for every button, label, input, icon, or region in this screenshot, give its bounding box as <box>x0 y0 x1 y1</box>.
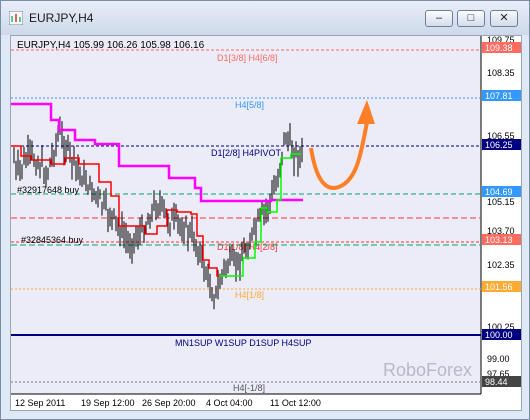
price-tag-98-44: 98.44 <box>485 377 508 387</box>
level-label-h4-m1-8: H4[-1/8] <box>233 383 265 393</box>
time-tick: 4 Oct 04:00 <box>206 398 253 408</box>
price-tick: 102.35 <box>487 260 515 270</box>
time-tick: 19 Sep 12:00 <box>81 398 135 408</box>
terminal-chart-window: EURJPY,H4 – □ ✕ EURJPY,H4 105.99 106.26 … <box>0 0 530 420</box>
chart-canvas[interactable]: EURJPY,H4 105.99 106.26 105.98 106.16 D1… <box>11 35 521 410</box>
time-tick: 12 Sep 2011 <box>15 398 65 408</box>
chart-header: EURJPY,H4 105.99 106.26 105.98 106.16 <box>17 40 205 51</box>
price-tag-103-13: 103.13 <box>485 235 513 245</box>
order-annotation-1: #32917648 buy <box>17 185 80 195</box>
level-label-d1-3-8: D1[3/8] H4[6/8] <box>217 53 278 63</box>
maximize-button[interactable]: □ <box>457 10 485 27</box>
price-tick: 105.15 <box>487 197 515 207</box>
price-tag-107-81: 107.81 <box>485 91 513 101</box>
close-button[interactable]: ✕ <box>490 10 518 27</box>
time-tick: 11 Oct 12:00 <box>270 398 321 408</box>
level-label-h4-1-8: H4[1/8] <box>235 290 264 300</box>
level-label-h4-5-8: H4[5/8] <box>235 100 264 110</box>
price-chart[interactable]: EURJPY,H4 105.99 106.26 105.98 106.16 D1… <box>10 35 522 411</box>
level-label-d1-1-8: D1[1/8] H4[2/8] <box>217 242 278 252</box>
level-label-support: MN1SUP W1SUP D1SUP H4SUP <box>175 338 312 348</box>
level-label-pivot: D1[2/8] H4PIVOT <box>211 148 282 158</box>
window-titlebar[interactable]: EURJPY,H4 – □ ✕ <box>1 1 529 35</box>
price-axis <box>481 36 521 394</box>
chart-app-icon <box>9 11 23 25</box>
order-annotation-2: #32845364 buy <box>21 235 84 245</box>
price-tag-current: 106.25 <box>485 140 513 150</box>
price-tag-101-56: 101.56 <box>485 282 513 292</box>
price-tick: 99.00 <box>487 354 510 364</box>
time-axis-labels: 12 Sep 2011 19 Sep 12:00 26 Sep 20:00 4 … <box>15 398 321 408</box>
price-tag-109-38: 109.38 <box>485 43 513 53</box>
minimize-button[interactable]: – <box>425 10 453 27</box>
window-title: EURJPY,H4 <box>29 11 94 25</box>
broker-watermark: RoboForex <box>383 360 472 380</box>
time-tick: 26 Sep 20:00 <box>142 398 196 408</box>
price-tag-100-00: 100.00 <box>485 330 513 340</box>
price-tag-104-69: 104.69 <box>485 187 513 197</box>
price-tick: 108.35 <box>487 68 515 78</box>
